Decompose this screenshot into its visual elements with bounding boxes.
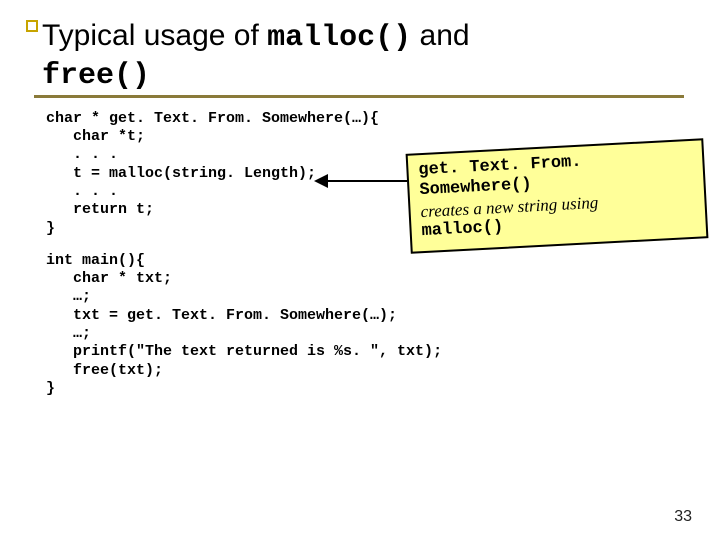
title-underline: Typical usage of malloc() and free() — [34, 16, 684, 98]
accent-square — [26, 20, 38, 32]
title-text-pre: Typical usage of — [42, 19, 267, 52]
title-code-free: free() — [42, 59, 150, 93]
slide-title: Typical usage of malloc() and free() — [42, 18, 684, 95]
code-block-2: int main(){ char * txt; …; txt = get. Te… — [46, 252, 692, 398]
title-code-malloc: malloc() — [267, 21, 411, 55]
slide: Typical usage of malloc() and free() cha… — [0, 0, 720, 540]
page-number: 33 — [674, 508, 692, 526]
arrow-head-left-icon — [314, 174, 328, 188]
callout-note: get. Text. From. Somewhere() creates a n… — [406, 138, 709, 253]
title-text-mid: and — [411, 19, 469, 52]
